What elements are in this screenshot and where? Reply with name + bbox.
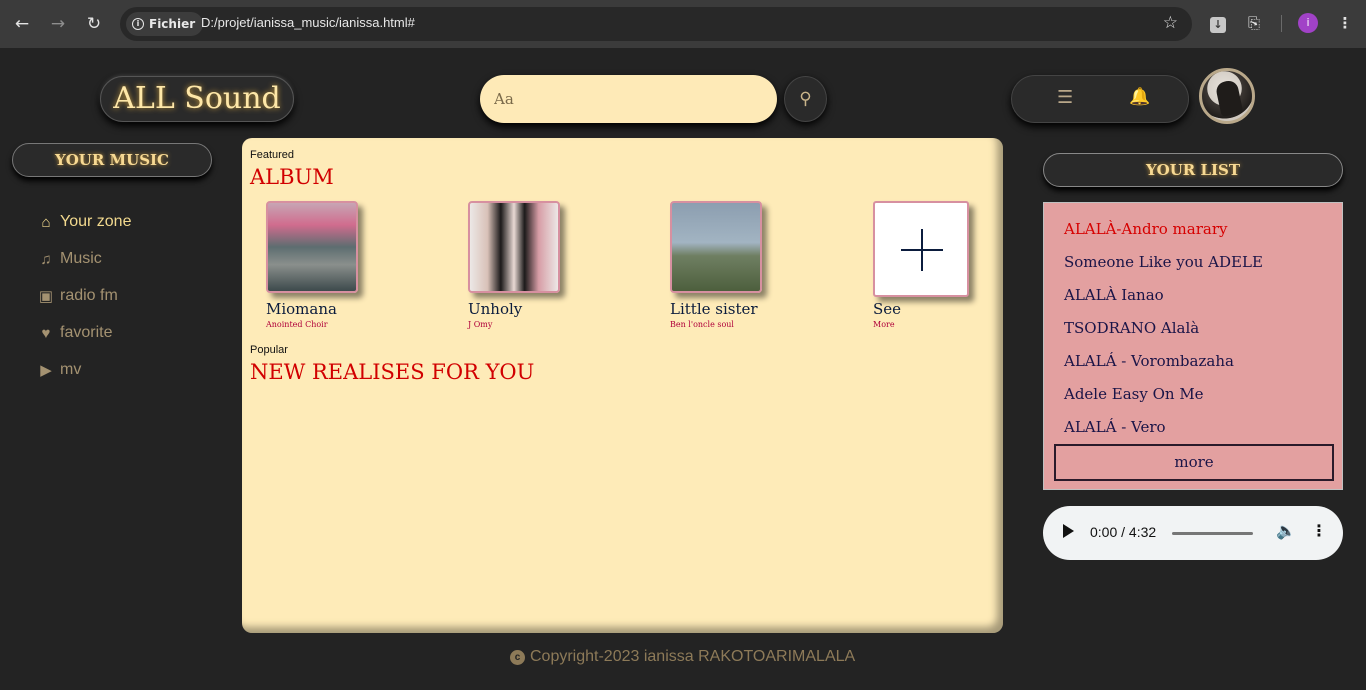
sidebar-item-music[interactable]: ♫ Music <box>36 248 102 270</box>
home-icon: ⌂ <box>41 213 51 231</box>
play-icon[interactable] <box>1063 524 1074 538</box>
music-icon: ♫ <box>40 250 52 268</box>
playlist-item[interactable]: Someone Like you ADELE <box>1064 253 1263 271</box>
profile-avatar[interactable]: i <box>1298 13 1318 33</box>
url-text[interactable]: D:/projet/ianissa_music/ianissa.html# <box>201 15 415 30</box>
playlist-item[interactable]: TSODRANO Alalà <box>1064 319 1199 337</box>
footer-text: Copyright-2023 ianissa RAKOTOARIMALALA <box>530 648 856 665</box>
playlist-item[interactable]: ALALÀ-Andro marary <box>1064 220 1227 238</box>
browser-menu-icon[interactable]: ⋮ <box>1334 12 1356 34</box>
footer: c Copyright-2023 ianissa RAKOTOARIMALALA <box>510 648 855 666</box>
album-title[interactable]: See <box>873 300 1023 318</box>
search-input[interactable] <box>480 75 777 123</box>
album-artist: J Omy <box>468 320 493 329</box>
album-card[interactable]: Miomana Anointed Choir <box>266 201 416 329</box>
playlist-panel: ALALÀ-Andro marary Someone Like you ADEL… <box>1043 202 1343 490</box>
your-music-title: YOUR MUSIC <box>12 143 212 177</box>
download-icon[interactable]: ↓ <box>1207 12 1229 34</box>
playlist-item[interactable]: ALALÀ Ianao <box>1064 286 1164 304</box>
album-cover[interactable] <box>266 201 358 293</box>
album-heading: ALBUM <box>250 165 334 189</box>
album-card[interactable]: Unholy J Omy <box>468 201 618 329</box>
playlist-item[interactable]: ALALÁ - Vorombazaha <box>1064 352 1234 370</box>
playlist-item[interactable]: Adele Easy On Me <box>1064 385 1204 403</box>
main-content: Featured ALBUM Miomana Anointed Choir Un… <box>242 138 1003 633</box>
app-logo[interactable]: ALL Sound <box>100 76 294 122</box>
bookmark-star-icon[interactable]: ☆ <box>1163 13 1178 33</box>
sidebar-item-radio-fm[interactable]: ▣ radio fm <box>36 285 118 307</box>
radio-icon: ▣ <box>38 288 54 305</box>
album-cover[interactable] <box>468 201 560 293</box>
volume-icon[interactable]: 🔈 <box>1276 521 1296 540</box>
add-more-button[interactable] <box>873 201 969 297</box>
featured-label: Featured <box>250 149 295 161</box>
plus-icon-bar <box>901 249 943 251</box>
sidebar-item-label: favorite <box>60 324 113 341</box>
header-actions: ☰ 🔔 <box>1011 75 1189 123</box>
album-title[interactable]: Unholy <box>468 300 618 318</box>
more-button[interactable]: more <box>1054 444 1334 481</box>
audio-player: 0:00 / 4:32 🔈 ⋮ <box>1043 506 1343 560</box>
copyright-icon: c <box>510 649 525 665</box>
site-info-chip[interactable]: i Fichier <box>126 12 204 36</box>
album-title[interactable]: Miomana <box>266 300 416 318</box>
playlist-item[interactable]: ALALÁ - Vero <box>1064 418 1166 436</box>
youtube-icon: ▶ <box>40 362 52 379</box>
menu-icon[interactable]: ☰ <box>1057 87 1073 108</box>
album-artist: Anointed Choir <box>266 320 328 329</box>
album-card[interactable]: Little sister Ben l'oncle soul <box>670 201 820 329</box>
sidebar-item-label: mv <box>60 361 82 378</box>
browser-toolbar: ← → ↻ i Fichier D:/projet/ianissa_music/… <box>0 0 1366 48</box>
search-icon: ⚲ <box>799 89 812 109</box>
see-more-card[interactable]: See More <box>873 201 1023 329</box>
back-icon[interactable]: ← <box>10 12 34 36</box>
address-bar[interactable]: i Fichier D:/projet/ianissa_music/ianiss… <box>120 7 1192 41</box>
sidebar-item-your-zone[interactable]: ⌂ Your zone <box>36 211 131 233</box>
sidebar-item-label: Music <box>60 250 102 267</box>
album-artist: Ben l'oncle soul <box>670 320 734 329</box>
user-avatar[interactable] <box>1199 68 1255 124</box>
extensions-icon[interactable]: ⎘ <box>1243 12 1265 34</box>
audio-progress-bar[interactable] <box>1172 532 1253 535</box>
sidebar-item-favorite[interactable]: ♥ favorite <box>36 322 113 344</box>
album-artist: More <box>873 320 895 329</box>
album-cover[interactable] <box>670 201 762 293</box>
sidebar-item-label: Your zone <box>60 213 132 230</box>
forward-icon[interactable]: → <box>46 12 70 36</box>
page: ALL Sound ⚲ ☰ 🔔 YOUR MUSIC ⌂ Your zone ♫… <box>0 48 1366 690</box>
audio-menu-icon[interactable]: ⋮ <box>1311 521 1327 540</box>
avatar-figure <box>1214 79 1244 117</box>
search-button[interactable]: ⚲ <box>784 76 827 122</box>
reload-icon[interactable]: ↻ <box>82 12 106 36</box>
site-chip-label: Fichier <box>149 17 196 31</box>
sidebar-item-mv[interactable]: ▶ mv <box>36 359 81 381</box>
bell-icon[interactable]: 🔔 <box>1129 87 1150 107</box>
toolbar-divider <box>1281 15 1282 32</box>
info-icon: i <box>132 18 144 30</box>
sidebar-item-label: radio fm <box>60 287 118 304</box>
audio-time: 0:00 / 4:32 <box>1090 524 1157 540</box>
heart-icon: ♥ <box>41 324 51 342</box>
popular-label: Popular <box>250 344 288 356</box>
album-title[interactable]: Little sister <box>670 300 820 318</box>
new-releases-heading: NEW REALISES FOR YOU <box>250 360 535 384</box>
your-list-title: YOUR LIST <box>1043 153 1343 187</box>
